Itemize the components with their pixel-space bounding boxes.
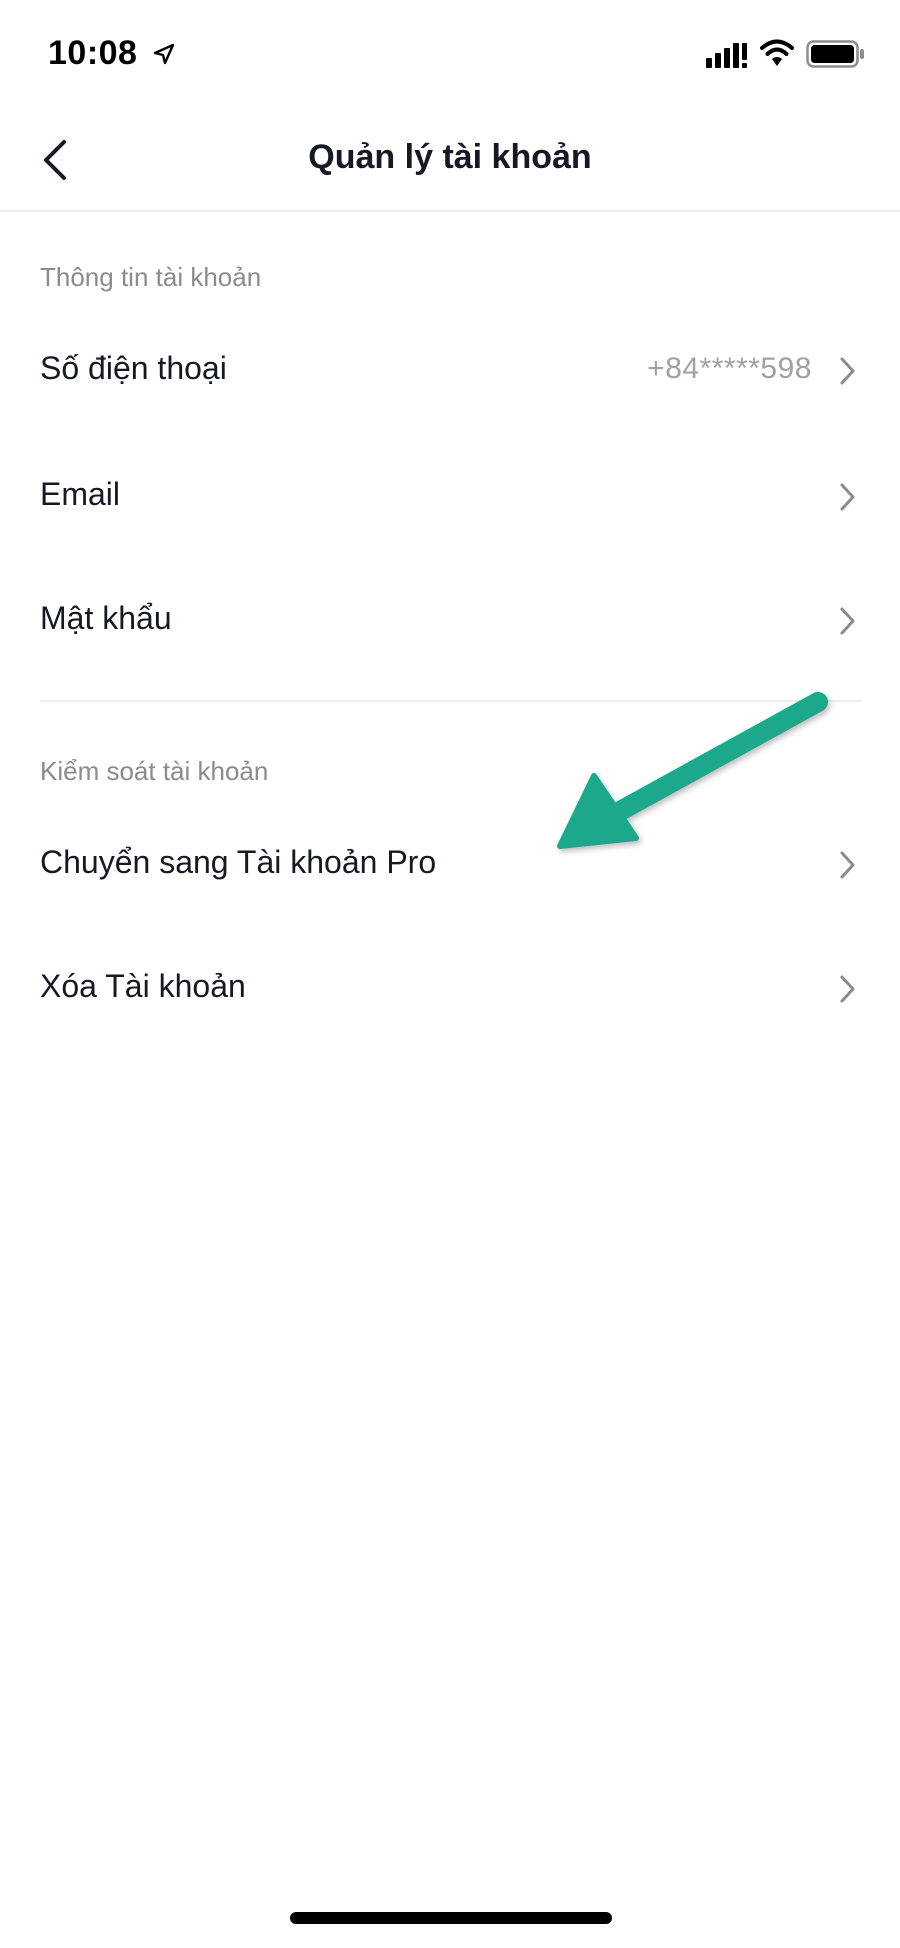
chevron-right-icon (840, 851, 855, 879)
delete-account-label: Xóa Tài khoản (40, 968, 246, 1004)
chevron-right-icon (840, 975, 855, 1003)
switch-to-pro-account-row[interactable]: Chuyển sang Tài khoản Pro (0, 804, 900, 928)
chevron-right-icon (840, 483, 855, 511)
status-time: 10:08 (48, 34, 138, 72)
password-label: Mật khẩu (40, 600, 172, 636)
wifi-icon (760, 39, 794, 66)
home-indicator[interactable] (290, 1912, 612, 1924)
section-divider (40, 700, 862, 702)
section-header-account-info: Thông tin tài khoản (40, 262, 262, 292)
page-title: Quản lý tài khoản (308, 138, 592, 176)
password-row[interactable]: Mật khẩu (0, 560, 900, 684)
nav-bar: Quản lý tài khoản (0, 110, 900, 212)
status-bar: 10:08 (0, 0, 900, 110)
chevron-right-icon (840, 357, 855, 385)
signal-icon (706, 43, 747, 68)
battery-icon (806, 40, 864, 68)
phone-number-value: +84*****598 (647, 352, 812, 385)
location-arrow-icon (153, 43, 175, 65)
phone-number-row[interactable]: Số điện thoại +84*****598 (0, 310, 900, 434)
section-header-account-control: Kiểm soát tài khoản (40, 756, 269, 786)
chevron-right-icon (840, 607, 855, 635)
email-label: Email (40, 476, 121, 512)
delete-account-row[interactable]: Xóa Tài khoản (0, 928, 900, 1052)
switch-to-pro-account-label: Chuyển sang Tài khoản Pro (40, 844, 437, 880)
phone-number-label: Số điện thoại (40, 350, 227, 386)
email-row[interactable]: Email (0, 436, 900, 560)
